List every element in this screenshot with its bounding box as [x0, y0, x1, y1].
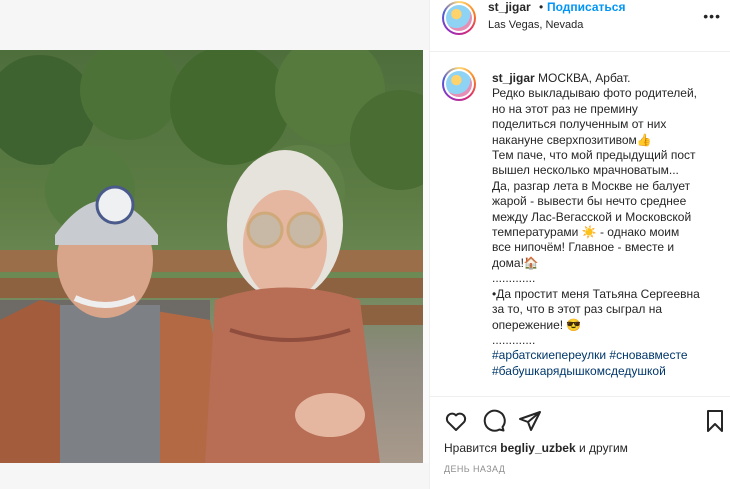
avatar-image [446, 71, 472, 97]
post-photo[interactable] [0, 50, 423, 463]
hashtag-link[interactable]: #арбатскиепереулки #сновавместе [492, 348, 726, 363]
caption-line: вышел несколько мрачноватым... [492, 163, 679, 178]
caption-line: ............. [492, 271, 536, 286]
caption-line: МОСКВА, Арбат. [534, 71, 631, 85]
likes-others-link[interactable]: и другим [576, 441, 628, 455]
hashtag-link[interactable]: #бабушкарядышкомсдедушкой [492, 364, 726, 379]
caption-line: накануне сверхпозитивом👍 [492, 132, 652, 147]
avatar-ring-inner [444, 3, 474, 33]
caption-line: Тем паче, что мой предыдущий пост [492, 148, 696, 163]
post-photo-illustration [0, 50, 423, 463]
caption-line: за то, что в этот раз сыграл на [492, 302, 663, 317]
media-panel [0, 0, 429, 489]
comment-icon[interactable] [482, 409, 506, 433]
author-avatar[interactable] [442, 1, 476, 35]
caption-line: •Да простит меня Татьяна Сергеевна [492, 286, 700, 301]
caption-line: жарой - вывести бы нечто среднее [492, 194, 687, 209]
likes-prefix: Нравится [444, 441, 501, 455]
location-link[interactable]: Las Vegas, Nevada [488, 19, 583, 31]
caption-line: температурами ☀️ - однако моим [492, 225, 680, 240]
caption-line: опережение! 😎 [492, 317, 582, 332]
bookmark-icon[interactable] [703, 409, 727, 433]
follow-button[interactable]: Подписаться [547, 0, 625, 14]
share-icon[interactable] [518, 409, 542, 433]
caption-line: дома!🏠 [492, 255, 539, 270]
post-header: st_jigar • Подписаться Las Vegas, Nevada… [430, 0, 730, 52]
liker-username-link[interactable]: begliy_uzbek [500, 441, 575, 455]
caption-line: но на этот раз не премину [492, 101, 638, 116]
comments-area[interactable]: st_jigar МОСКВА, Арбат. Редко выкладываю… [430, 53, 730, 396]
post-actions: Нравится begliy_uzbek и другим ДЕНЬ НАЗА… [430, 396, 730, 489]
likes-summary: Нравится begliy_uzbek и другим [444, 441, 628, 455]
caption-line: Да, разгар лета в Москве не балует [492, 178, 691, 193]
avatar-ring-inner [444, 69, 474, 99]
caption-first-line: st_jigar МОСКВА, Арбат. [492, 71, 726, 86]
media-bottom-margin [0, 463, 429, 489]
header-separator: • [539, 0, 544, 14]
caption-author-avatar[interactable] [442, 67, 476, 101]
caption-line: между Лас-Вегасской и Московской [492, 209, 692, 224]
post-timestamp[interactable]: ДЕНЬ НАЗАД [444, 464, 505, 474]
caption-username-link[interactable]: st_jigar [492, 71, 535, 85]
media-top-margin [0, 0, 429, 50]
author-username-link[interactable]: st_jigar [488, 0, 531, 14]
caption-line: ............. [492, 332, 536, 347]
heart-icon[interactable] [444, 409, 468, 433]
caption-line: Редко выкладываю фото родителей, [492, 86, 698, 101]
avatar-image [446, 5, 472, 31]
more-horizontal-icon[interactable]: ••• [703, 8, 721, 24]
caption-line: поделиться полученным от них [492, 117, 667, 132]
caption-line: все нипочём! Главное - вместе и [492, 240, 675, 255]
post-caption: st_jigar МОСКВА, Арбат. Редко выкладываю… [492, 71, 726, 379]
post-side-panel: st_jigar • Подписаться Las Vegas, Nevada… [429, 0, 730, 489]
